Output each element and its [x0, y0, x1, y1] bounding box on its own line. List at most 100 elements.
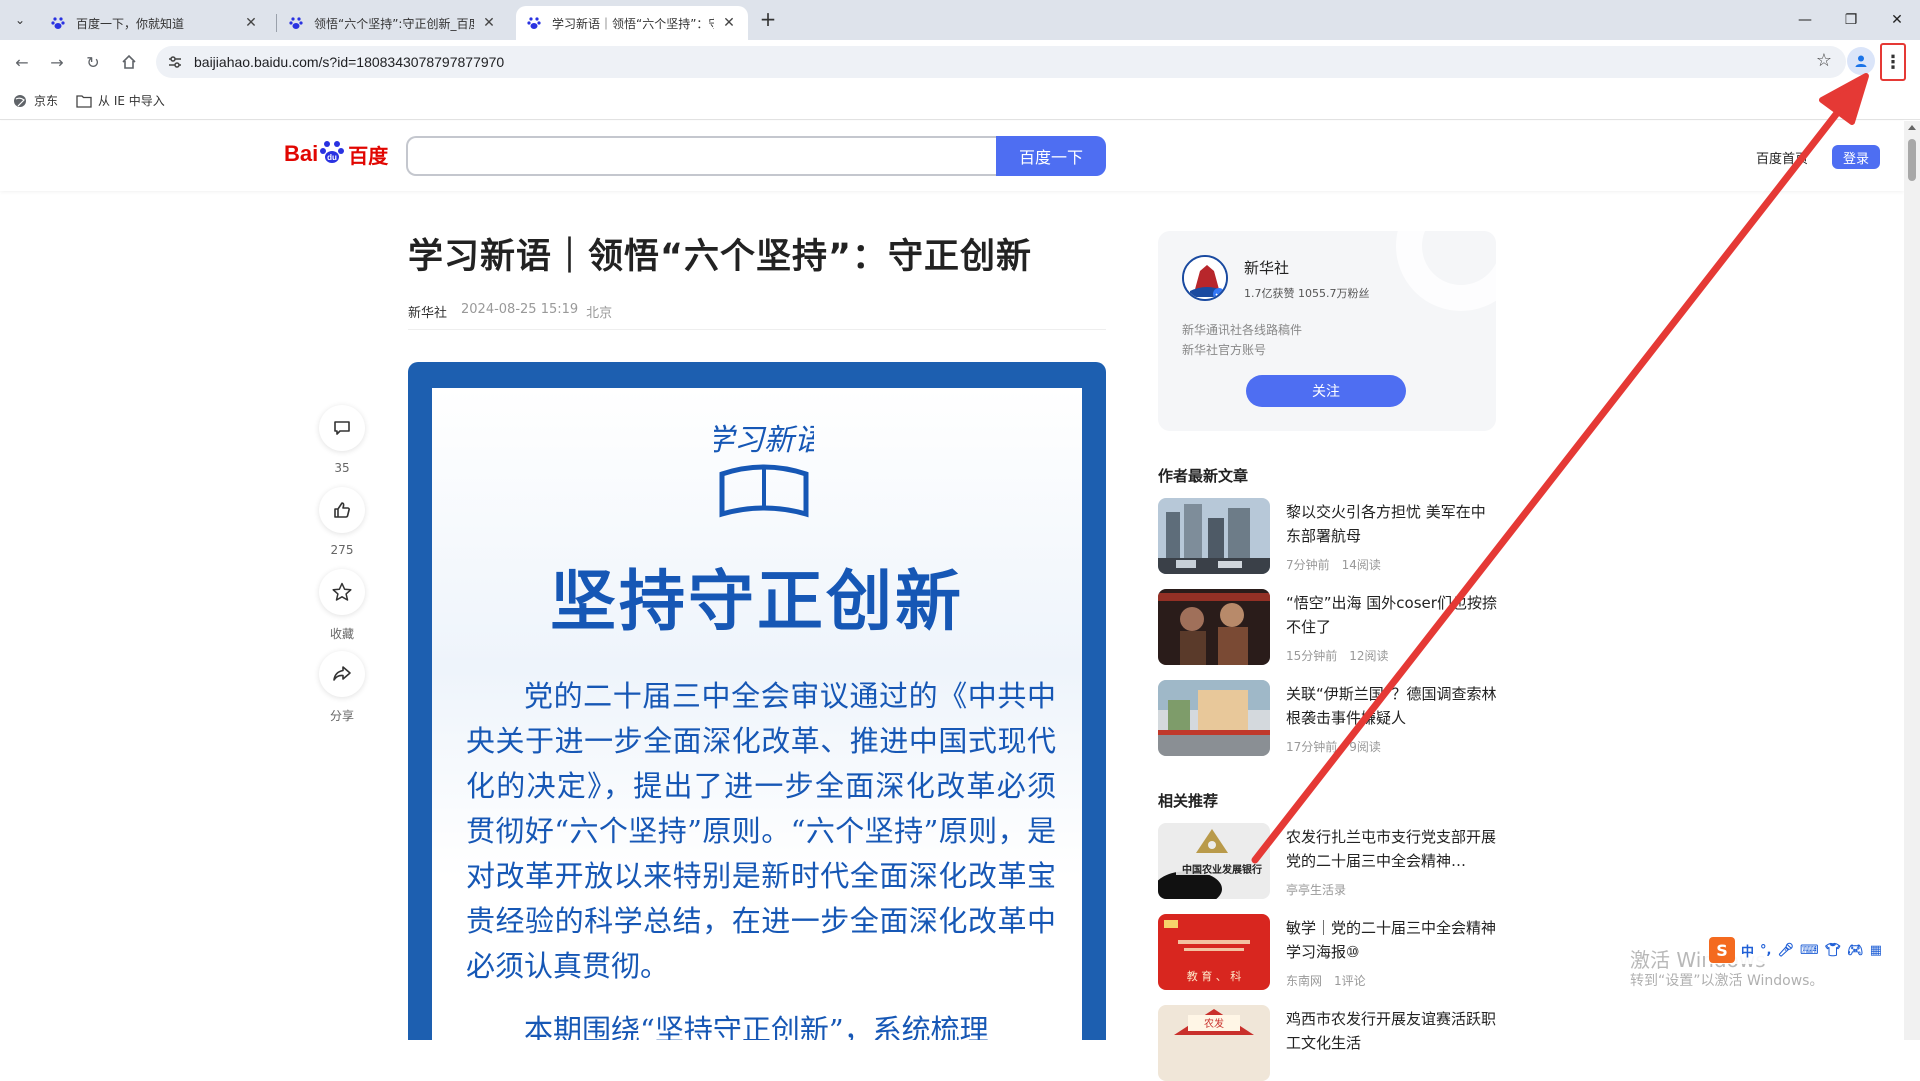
profile-icon [1855, 55, 1867, 67]
browser-menu-button[interactable]: ⋮ [1880, 43, 1906, 81]
news-source: 亭亭生活录 [1286, 883, 1347, 897]
news-time: 7分钟前 [1286, 558, 1330, 572]
author-description: 新华通讯社各线路稿件 [1182, 323, 1303, 337]
tab-title: 百度一下，你就知道 [76, 16, 185, 31]
arrow-left-icon: ← [15, 52, 29, 72]
scroll-up-icon[interactable] [1908, 125, 1916, 130]
scrollbar-thumb[interactable] [1908, 139, 1916, 181]
baidu-paw-icon [526, 15, 542, 31]
search-input[interactable] [406, 136, 996, 176]
back-button[interactable]: ← [8, 48, 36, 76]
sogou-ime-icon[interactable]: S [1709, 937, 1735, 963]
list-item[interactable]: 农发 鸡西市农发行开展友谊赛活跃职工文化生活 [1158, 1005, 1498, 1081]
tab-search-button[interactable]: ⌄ [8, 8, 32, 32]
news-thumbnail[interactable]: 农发 [1158, 1005, 1270, 1081]
news-thumbnail[interactable] [1158, 680, 1270, 756]
collect-action[interactable]: 收藏 [318, 569, 366, 642]
folder-icon [76, 93, 92, 109]
restore-button[interactable]: ❐ [1828, 0, 1874, 40]
tab-article-search[interactable]: 领悟“六个坚持”:守正创新_百度... ✕ [278, 6, 508, 40]
xuexi-xinyu-emblem: 学习新语 [714, 423, 814, 518]
bookmark-star-icon[interactable]: ☆ [1816, 50, 1832, 71]
list-item[interactable]: “悟空”出海 国外coser们也按捺不住了 15分钟前 12阅读 [1158, 589, 1498, 665]
like-button[interactable] [319, 487, 365, 533]
share-button[interactable] [319, 651, 365, 697]
news-thumbnail[interactable] [1158, 498, 1270, 574]
keyboard-icon[interactable]: ⌨ [1800, 943, 1819, 958]
search-button[interactable]: 百度一下 [996, 136, 1106, 176]
address-bar[interactable]: baijiahao.baidu.com/s?id=180834307879787… [156, 46, 1846, 78]
news-time: 17分钟前 [1286, 740, 1338, 754]
site-info-icon[interactable] [166, 53, 184, 71]
list-item[interactable]: 中国农业发展银行 农发行扎兰屯市支行党支部开展党的二十届三中全会精神… 亭亭生活… [1158, 823, 1498, 899]
close-tab-icon[interactable]: ✕ [720, 14, 738, 32]
article-author[interactable]: 新华社 [408, 302, 447, 321]
logo-text-bai: Bai [284, 141, 319, 166]
news-thumbnail[interactable] [1158, 589, 1270, 665]
close-tab-icon[interactable]: ✕ [480, 14, 498, 32]
baidu-home-link[interactable]: 百度首页 [1756, 148, 1808, 167]
browser-toolbar: ← → ↻ baijiahao.baidu.com/s?id=180834307… [0, 40, 1920, 84]
thumb-label: 中国农业发展银行 [1182, 863, 1262, 876]
news-title[interactable]: 敏学｜党的二十届三中全会精神学习海报⑩ [1286, 916, 1498, 964]
bookmarks-bar: 京东 从 IE 中导入 [0, 84, 1920, 120]
news-title[interactable]: 农发行扎兰屯市支行党支部开展党的二十届三中全会精神… [1286, 825, 1498, 873]
like-count: 275 [330, 543, 354, 557]
forward-button[interactable]: → [43, 48, 71, 76]
ime-toolbar[interactable]: S 中 °, 🎤︎ ⌨ 👕︎ 🎮︎ ▦ [1705, 936, 1887, 964]
list-item[interactable]: 关联“伊斯兰国”？德国调查索林根袭击事件嫌疑人 17分钟前 9阅读 [1158, 680, 1498, 756]
grid-icon[interactable]: ▦ [1870, 943, 1882, 958]
share-action[interactable]: 分享 [318, 651, 366, 724]
author-account-type: 新华社官方账号 [1182, 343, 1267, 357]
microphone-icon[interactable]: 🎤︎ [1777, 943, 1794, 958]
article-meta: 新华社 2024-08-25 15:19 北京 [408, 302, 612, 321]
bookmark-jd[interactable]: 京东 [12, 92, 58, 109]
follow-button[interactable]: 关注 [1246, 375, 1406, 407]
new-tab-button[interactable]: + [756, 8, 780, 32]
list-item[interactable]: 黎以交火引各方担忧 美军在中东部署航母 7分钟前 14阅读 [1158, 498, 1498, 574]
ime-mode-indicator[interactable]: 中 [1741, 941, 1754, 960]
news-title[interactable]: “悟空”出海 国外coser们也按捺不住了 [1286, 591, 1498, 639]
close-window-button[interactable]: ✕ [1874, 0, 1920, 40]
news-meta: 东南网 1评论 [1286, 972, 1366, 989]
punctuation-icon[interactable]: °, [1760, 943, 1771, 958]
globe-icon [12, 93, 28, 109]
news-thumbnail[interactable]: 中国农业发展银行 [1158, 823, 1270, 899]
home-button[interactable] [115, 48, 143, 76]
news-thumbnail[interactable]: 教 育 、 科 [1158, 914, 1270, 990]
skin-icon[interactable]: 👕︎ [1825, 943, 1842, 958]
reload-button[interactable]: ↻ [79, 48, 107, 76]
minimize-button[interactable]: — [1782, 0, 1828, 40]
comment-count: 35 [334, 461, 350, 475]
login-button[interactable]: 登录 [1832, 145, 1880, 169]
bookmark-label: 从 IE 中导入 [98, 94, 165, 108]
news-comments: 1评论 [1334, 974, 1366, 988]
tab-title: 学习新语｜领悟“六个坚持”：守... [552, 16, 714, 31]
tab-article-active[interactable]: 学习新语｜领悟“六个坚持”：守... ✕ [516, 6, 748, 40]
thumbs-up-icon [334, 502, 350, 518]
article-datetime: 2024-08-25 15:19 [461, 302, 579, 317]
arrow-right-icon: → [50, 52, 64, 72]
news-title[interactable]: 关联“伊斯兰国”？德国调查索林根袭击事件嫌疑人 [1286, 682, 1498, 730]
list-item[interactable]: 教 育 、 科 敏学｜党的二十届三中全会精神学习海报⑩ 东南网 1评论 [1158, 914, 1498, 990]
news-title[interactable]: 鸡西市农发行开展友谊赛活跃职工文化生活 [1286, 1007, 1498, 1055]
more-vert-icon: ⋮ [1884, 51, 1902, 73]
author-name[interactable]: 新华社 [1244, 257, 1289, 278]
like-action[interactable]: 275 [318, 487, 366, 557]
page-scrollbar[interactable] [1904, 121, 1920, 1040]
close-tab-icon[interactable]: ✕ [242, 14, 260, 32]
avatar[interactable] [1182, 255, 1228, 301]
card-decoration [1396, 231, 1496, 311]
gamepad-icon[interactable]: 🎮︎ [1847, 943, 1864, 958]
comment-button[interactable] [319, 405, 365, 451]
baidu-logo[interactable]: Bai du 百度 [284, 136, 388, 172]
bookmark-ie-import[interactable]: 从 IE 中导入 [76, 92, 165, 109]
profile-button[interactable] [1847, 47, 1875, 75]
comment-action[interactable]: 35 [318, 405, 366, 475]
reload-icon: ↻ [86, 52, 100, 72]
collect-button[interactable] [319, 569, 365, 615]
tab-title: 领悟“六个坚持”:守正创新_百度... [314, 16, 474, 31]
news-title[interactable]: 黎以交火引各方担忧 美军在中东部署航母 [1286, 500, 1498, 548]
tab-baidu-home[interactable]: 百度一下，你就知道 ✕ [40, 6, 270, 40]
emblem-text: 学习新语 [714, 423, 814, 458]
